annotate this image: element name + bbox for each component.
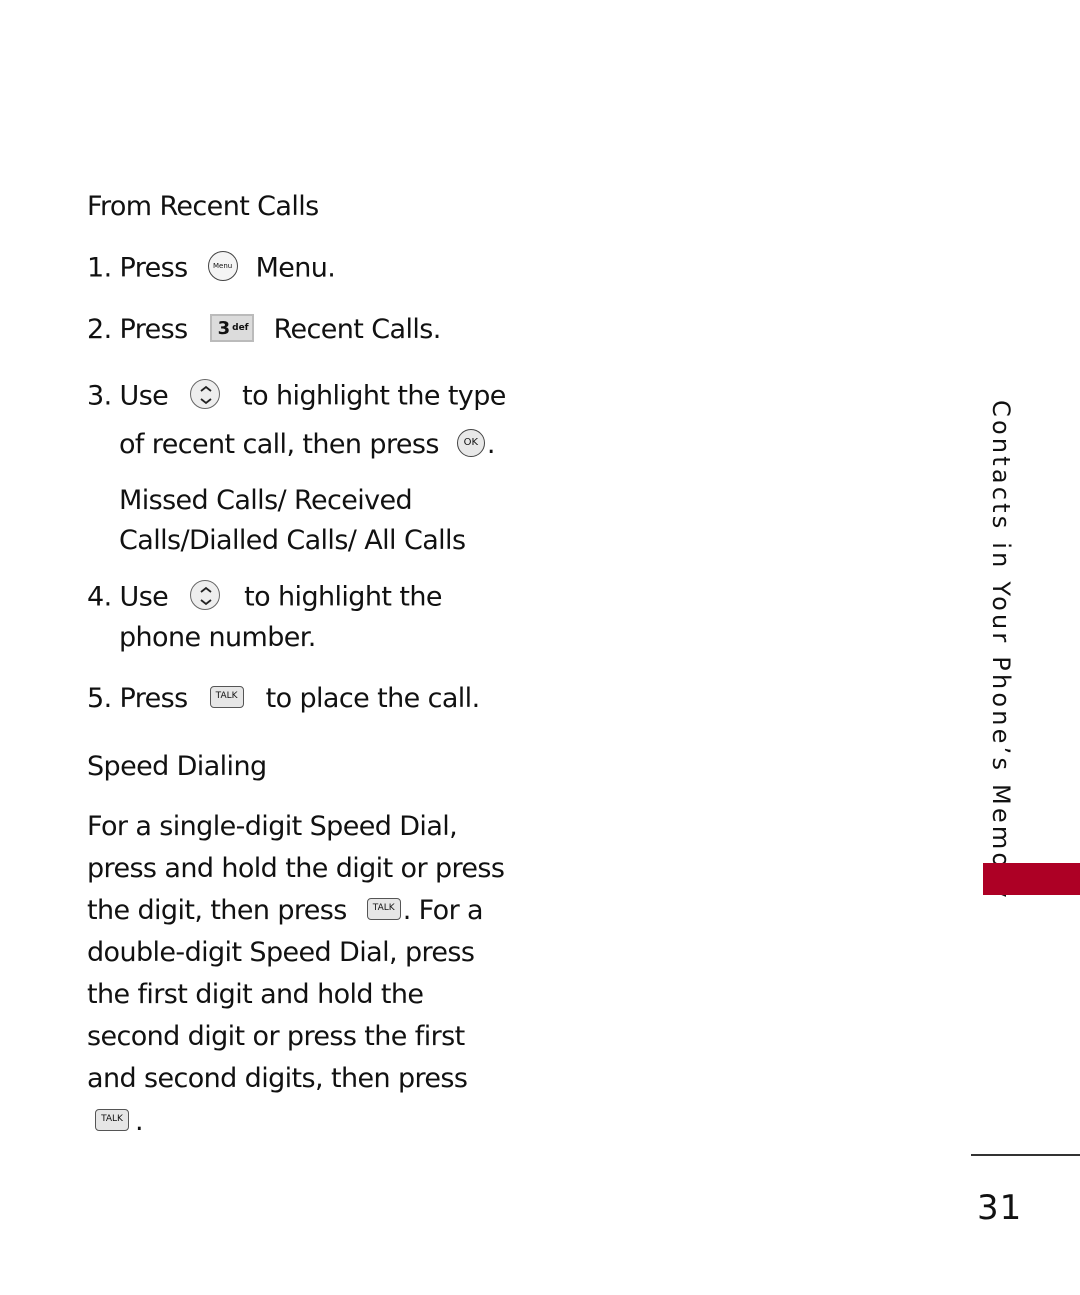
step-3-options-line-1: Missed Calls/ Received [119,485,413,516]
step-number: 5. [87,683,112,714]
paragraph-text: . [135,1106,144,1137]
period: . [486,429,496,460]
step-target: Recent Calls. [273,314,442,345]
paragraph-text: . For a [402,895,484,926]
key-digit: 3 [217,317,231,339]
navigation-up-down-icon [190,379,221,409]
navigation-up-down-icon [190,580,221,610]
step-number: 2. [87,314,112,345]
chapter-side-tab: Contacts in Your Phone’s Memory [985,400,1015,901]
step-number: 1. [87,252,112,284]
step-text: Use [119,380,169,412]
step-2: 2. Press 3 def Recent Calls. [87,313,442,345]
chapter-title: Contacts in Your Phone’s Memory [987,400,1015,901]
step-text: Press [119,252,189,284]
paragraph-text: the digit, then press [87,895,347,926]
paragraph-line: and second digits, then press [87,1063,468,1094]
paragraph-line: press and hold the digit or press [87,853,505,884]
step-text-continued: to place the call. [265,683,481,714]
paragraph-line: the digit, then press TALK. For a [87,895,484,926]
paragraph-line: second digit or press the first [87,1021,465,1052]
talk-key-icon: TALK [366,897,401,920]
paragraph-line: For a single-digit Speed Dial, [87,811,458,842]
step-target: Menu. [255,252,336,284]
section-heading-recent-calls: From Recent Calls [87,191,319,222]
step-3: 3. Use to highlight the type [87,379,506,412]
paragraph-line: TALK. [95,1106,144,1137]
step-text: Press [119,314,189,345]
key-letters: def [232,322,249,333]
step-5: 5. Press TALK to place the call. [87,685,480,712]
step-text: Press [119,683,189,714]
step-4-line-2: phone number. [119,622,316,653]
step-number: 3. [87,380,112,412]
talk-key-icon: TALK [209,685,244,708]
ok-key-icon: OK [456,428,485,457]
page-number: 31 [977,1188,1023,1228]
step-text-continued: to highlight the [244,581,442,613]
paragraph-line: the first digit and hold the [87,979,424,1010]
footer-rule [971,1154,1080,1156]
key-3-def-icon: 3 def [209,313,254,342]
step-1: 1. Press Menu Menu. [87,251,336,284]
step-text: of recent call, then press [119,429,439,460]
step-4: 4. Use to highlight the [87,580,442,613]
section-heading-speed-dialing: Speed Dialing [87,751,267,782]
step-3-line-2: of recent call, then press OK. [119,428,496,460]
step-3-options-line-2: Calls/Dialled Calls/ All Calls [119,525,466,556]
talk-key-icon: TALK [95,1108,129,1131]
step-number: 4. [87,581,112,613]
step-text: Use [119,581,169,613]
step-text-continued: to highlight the type [242,380,506,412]
menu-key-icon: Menu [207,251,238,281]
chapter-accent-bar [983,863,1080,895]
paragraph-line: double-digit Speed Dial, press [87,937,475,968]
